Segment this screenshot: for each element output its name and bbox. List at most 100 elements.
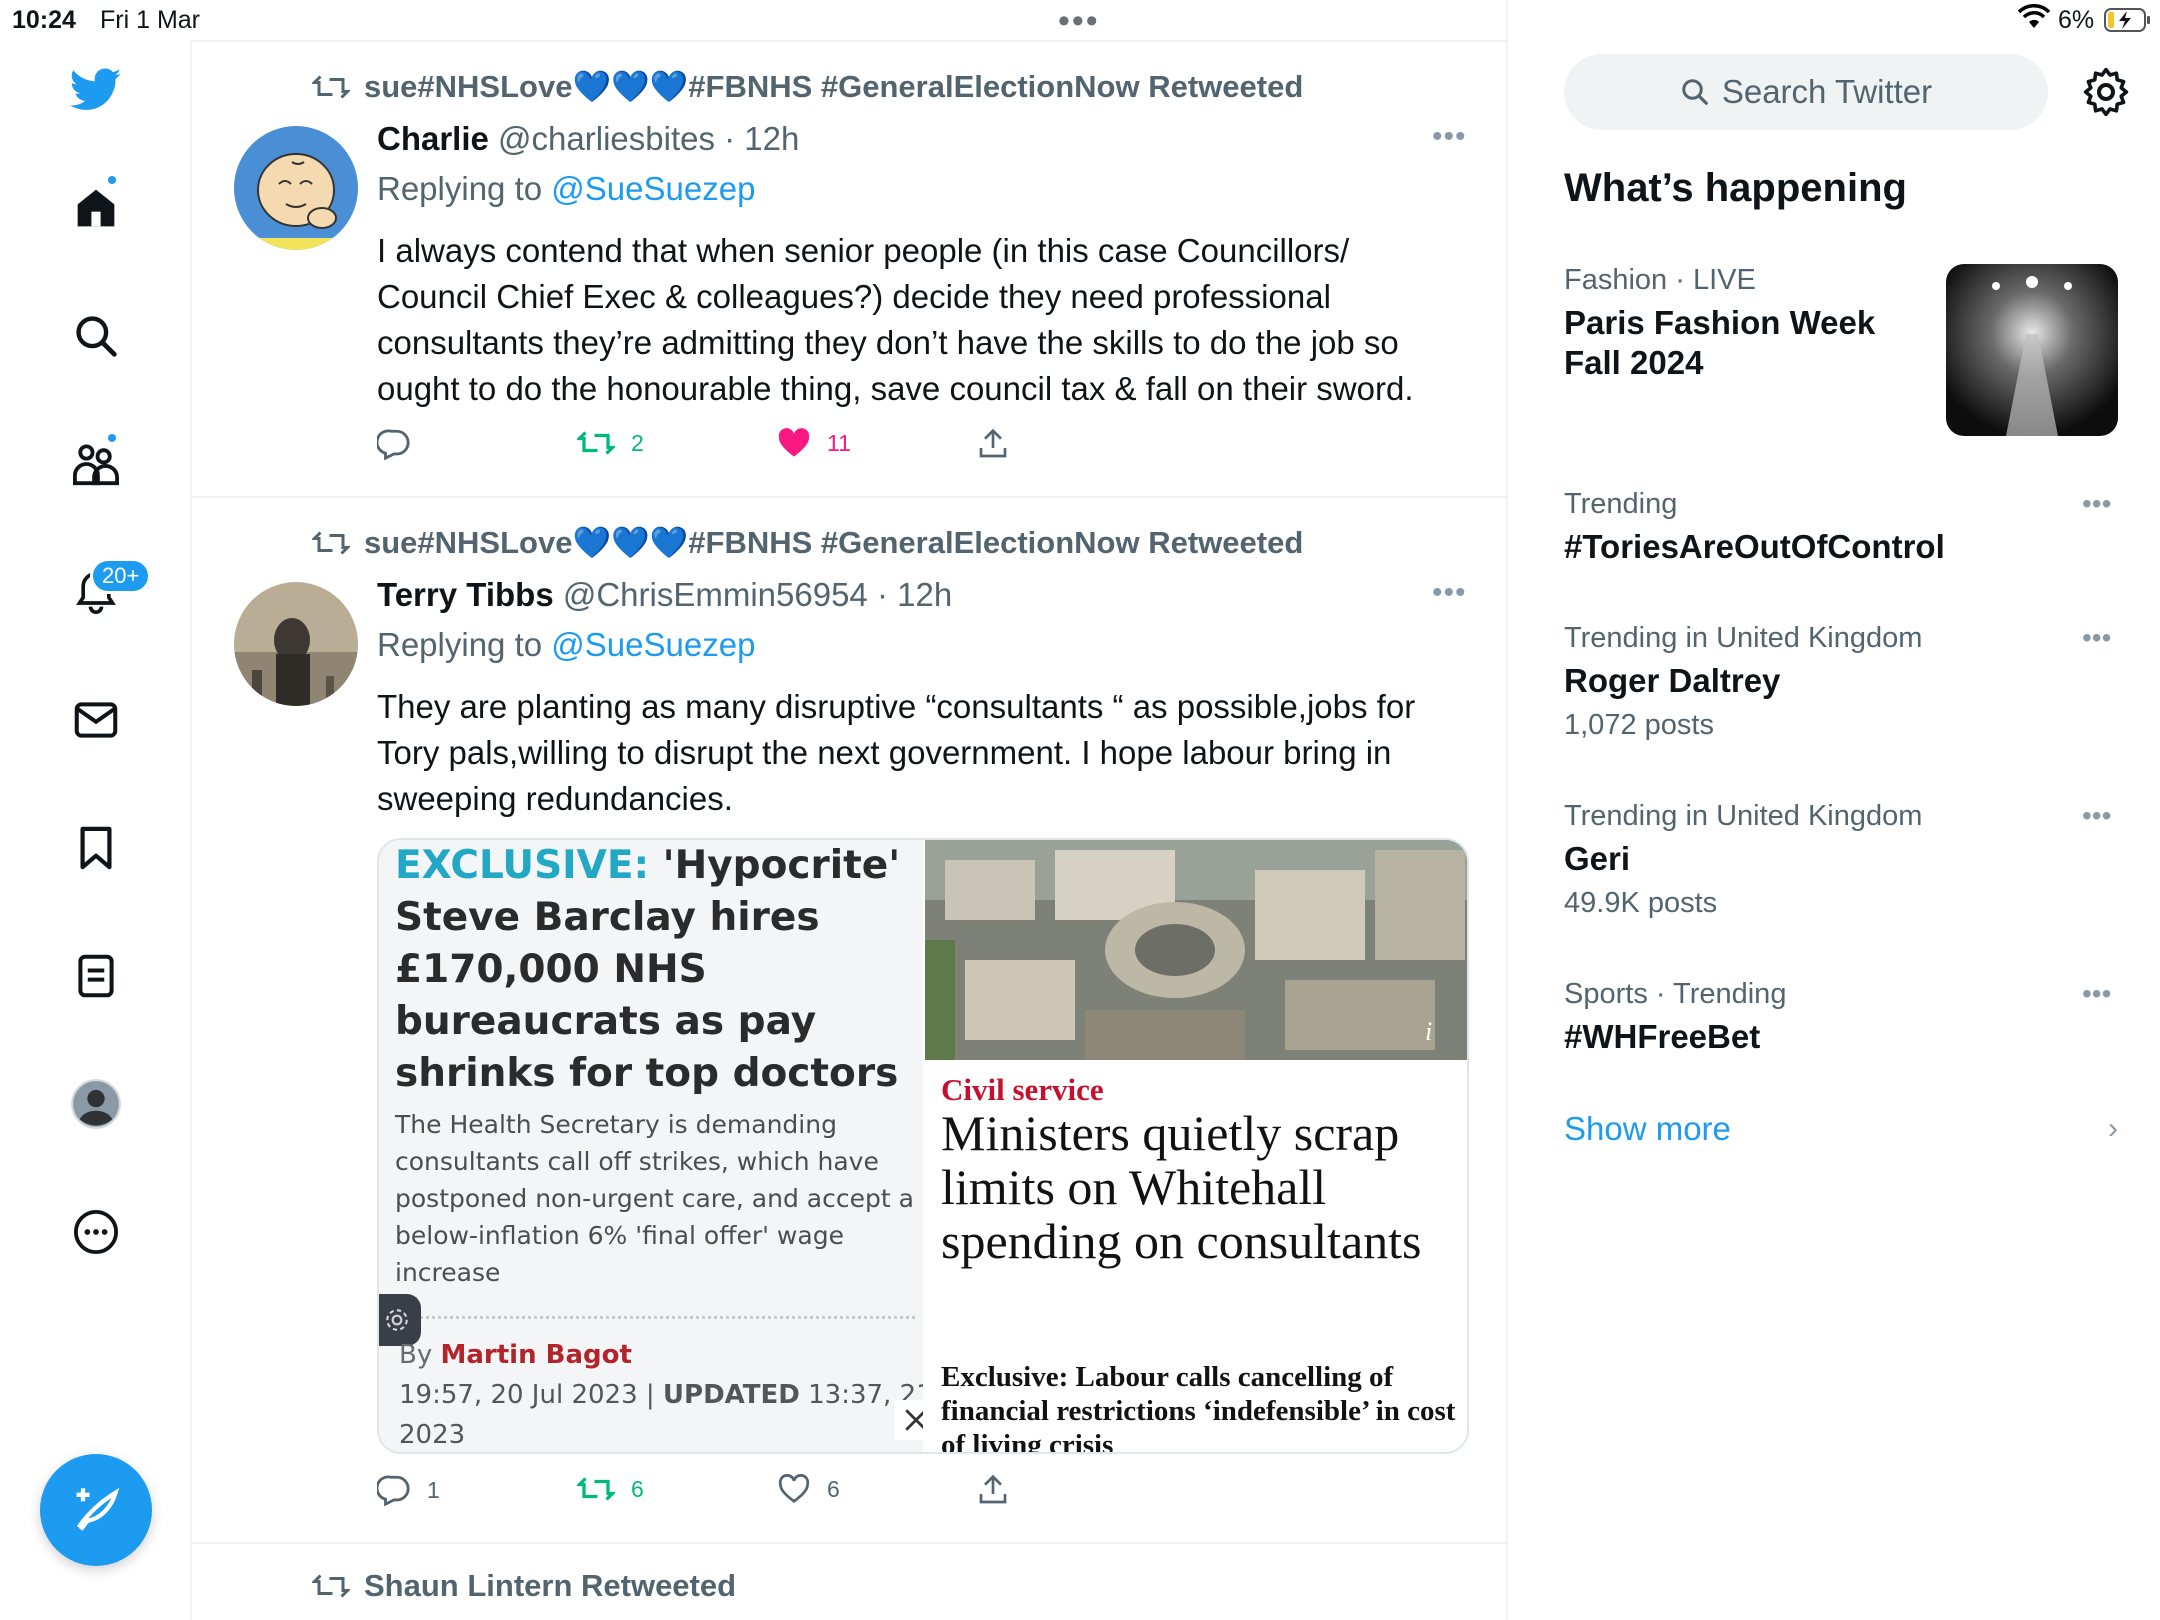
chevron-right-icon: › [2108, 1112, 2118, 1145]
tweet-actions: 2 11 [377, 428, 1077, 468]
fashion-week-image[interactable] [1946, 264, 2118, 436]
avatar-terry-tibbs[interactable] [234, 582, 358, 706]
heart-filled-icon [778, 428, 810, 457]
tweet-time[interactable]: · 12h [724, 120, 799, 157]
settings-gear-icon[interactable] [379, 1294, 421, 1346]
status-date: Fri 1 Mar [100, 6, 200, 34]
reply-button[interactable]: 1 [377, 1474, 440, 1506]
heart-outline-icon [778, 1474, 810, 1503]
trend-category: Trending [1564, 488, 1678, 520]
author-name[interactable]: Terry Tibbs [377, 576, 554, 613]
byline: By Martin Bagot [399, 1340, 632, 1370]
like-button[interactable]: 6 [777, 1474, 840, 1504]
tweet-terry-tibbs[interactable]: sue#NHSLove💙💙💙#FBNHS #GeneralElectionNow… [192, 498, 1508, 1544]
replying-to-link[interactable]: @SueSuezep [551, 626, 755, 663]
search-input[interactable]: Search Twitter [1564, 54, 2048, 130]
trend-category: Trending in United Kingdom [1564, 622, 1923, 654]
dateline-year: 2023 [399, 1420, 466, 1450]
trend-count: 1,072 posts [1564, 709, 1714, 741]
trend-more-icon[interactable]: ••• [2082, 622, 2111, 654]
twitter-logo-icon[interactable] [70, 64, 122, 116]
replying-label: Replying to [377, 170, 543, 207]
share-button[interactable] [977, 1474, 1009, 1506]
retweet-icon [577, 1477, 615, 1501]
trend-category: Sports · Trending [1564, 978, 1787, 1010]
retweeter-rest: #FBNHS #GeneralElectionNow Retweeted [688, 69, 1304, 104]
show-more-link[interactable]: Show more [1564, 1110, 1731, 1148]
author-name[interactable]: Charlie [377, 120, 489, 157]
home-icon[interactable] [70, 182, 122, 234]
svg-text:i: i [1425, 1017, 1432, 1046]
tweet-header: Terry Tibbs @ChrisEmmin56954 · 12h [377, 576, 952, 614]
section-tag: Civil service [941, 1072, 1104, 1107]
tweet-actions: 1 6 6 [377, 1474, 1077, 1514]
search-icon[interactable] [70, 310, 122, 362]
retweet-context-icon [312, 74, 350, 99]
trend-category: Trending in United Kingdom [1564, 800, 1923, 832]
left-navigation: 20+ [0, 40, 192, 1620]
replying-to: Replying to @SueSuezep [377, 170, 755, 208]
trend-item[interactable]: Trending #ToriesAreOutOfControl [1564, 488, 2124, 567]
tweet-text: They are planting as many disruptive “co… [377, 688, 1416, 817]
compose-tweet-button[interactable] [40, 1454, 152, 1566]
whats-happening-title: What’s happening [1564, 166, 1907, 210]
home-notification-dot [106, 174, 118, 186]
media-right-screenshot[interactable]: i Civil service Ministers quietly scrap … [925, 840, 1467, 1452]
tweet-more-icon[interactable]: ••• [1432, 120, 1467, 154]
retweet-button[interactable]: 2 [577, 428, 644, 458]
trend-title: Paris Fashion Week Fall 2024 [1564, 304, 1876, 381]
trend-more-icon[interactable]: ••• [2082, 488, 2111, 520]
trend-title: Geri [1564, 840, 1631, 877]
settings-gear-icon[interactable] [2082, 67, 2130, 117]
like-button[interactable]: 11 [777, 428, 851, 458]
media-left-screenshot[interactable]: EXCLUSIVE: 'Hypocrite' Steve Barclay hir… [379, 840, 972, 1452]
trend-more-icon[interactable]: ••• [2082, 978, 2111, 1010]
trend-item[interactable]: Sports · Trending #WHFreeBet [1564, 978, 2124, 1057]
share-button[interactable] [977, 428, 1009, 460]
trend-item[interactable]: Trending in United Kingdom Geri 49.9K po… [1564, 800, 2124, 920]
tweet-charlie[interactable]: sue#NHSLove💙💙💙#FBNHS #GeneralElectionNow… [192, 42, 1508, 498]
reply-icon [377, 429, 410, 460]
trend-title: Roger Daltrey [1564, 662, 1781, 699]
retweet-button[interactable]: 6 [577, 1474, 644, 1504]
like-count: 11 [827, 429, 851, 456]
retweeter-name[interactable]: Shaun Lintern Retweeted [364, 1568, 736, 1604]
trend-title: #WHFreeBet [1564, 1018, 1761, 1055]
replying-to-link[interactable]: @SueSuezep [551, 170, 755, 207]
tweet-time[interactable]: · 12h [877, 576, 952, 613]
right-headline: Ministers quietly scrap limits on Whiteh… [941, 1105, 1422, 1269]
communities-icon[interactable] [70, 438, 122, 490]
retweeter-hearts: 💙💙💙 [572, 525, 689, 560]
messages-icon[interactable] [70, 694, 122, 746]
retweet-context-icon [312, 1574, 350, 1598]
retweet-context-icon [312, 530, 350, 555]
retweet-context: Shaun Lintern Retweeted [312, 1568, 736, 1604]
updated-label: UPDATED [662, 1380, 800, 1410]
aerial-photo-whitehall: i [925, 840, 1467, 1060]
retweeter-name[interactable]: sue#NHSLove [364, 69, 572, 104]
tweet-media-card[interactable]: EXCLUSIVE: 'Hypocrite' Steve Barclay hir… [377, 838, 1469, 1454]
author-handle[interactable]: @charliesbites [498, 120, 715, 157]
more-options-icon[interactable] [70, 1206, 122, 1258]
trend-item[interactable]: Fashion · LIVE Paris Fashion Week Fall 2… [1564, 264, 1934, 383]
exclusive-label: EXCLUSIVE: [395, 843, 650, 888]
profile-avatar-icon[interactable] [70, 1078, 122, 1130]
timeline: sue#NHSLove💙💙💙#FBNHS #GeneralElectionNow… [192, 0, 1508, 1620]
retweeter-name[interactable]: sue#NHSLove [364, 525, 572, 560]
lists-icon[interactable] [70, 950, 122, 1002]
communities-notification-dot [106, 432, 118, 444]
trend-item[interactable]: Trending in United Kingdom Roger Daltrey… [1564, 622, 2124, 742]
trend-more-icon[interactable]: ••• [2082, 800, 2111, 832]
reply-button[interactable] [377, 428, 427, 460]
avatar-charlie[interactable] [234, 126, 358, 250]
bookmarks-icon[interactable] [70, 822, 122, 874]
author-handle[interactable]: @ChrisEmmin56954 [563, 576, 868, 613]
tweet-more-icon[interactable]: ••• [1432, 576, 1467, 610]
retweeter-hearts: 💙💙💙 [572, 69, 689, 104]
notifications-badge: 20+ [90, 558, 152, 594]
retweeter-rest: #FBNHS #GeneralElectionNow Retweeted [688, 525, 1304, 560]
trend-count: 49.9K posts [1564, 887, 1718, 919]
tweet-shaun-lintern[interactable]: Shaun Lintern Retweeted [192, 1544, 1508, 1620]
retweet-context: sue#NHSLove💙💙💙#FBNHS #GeneralElectionNow… [312, 524, 1303, 561]
right-sidebar: Search Twitter What’s happening Fashion … [1508, 0, 2160, 1620]
